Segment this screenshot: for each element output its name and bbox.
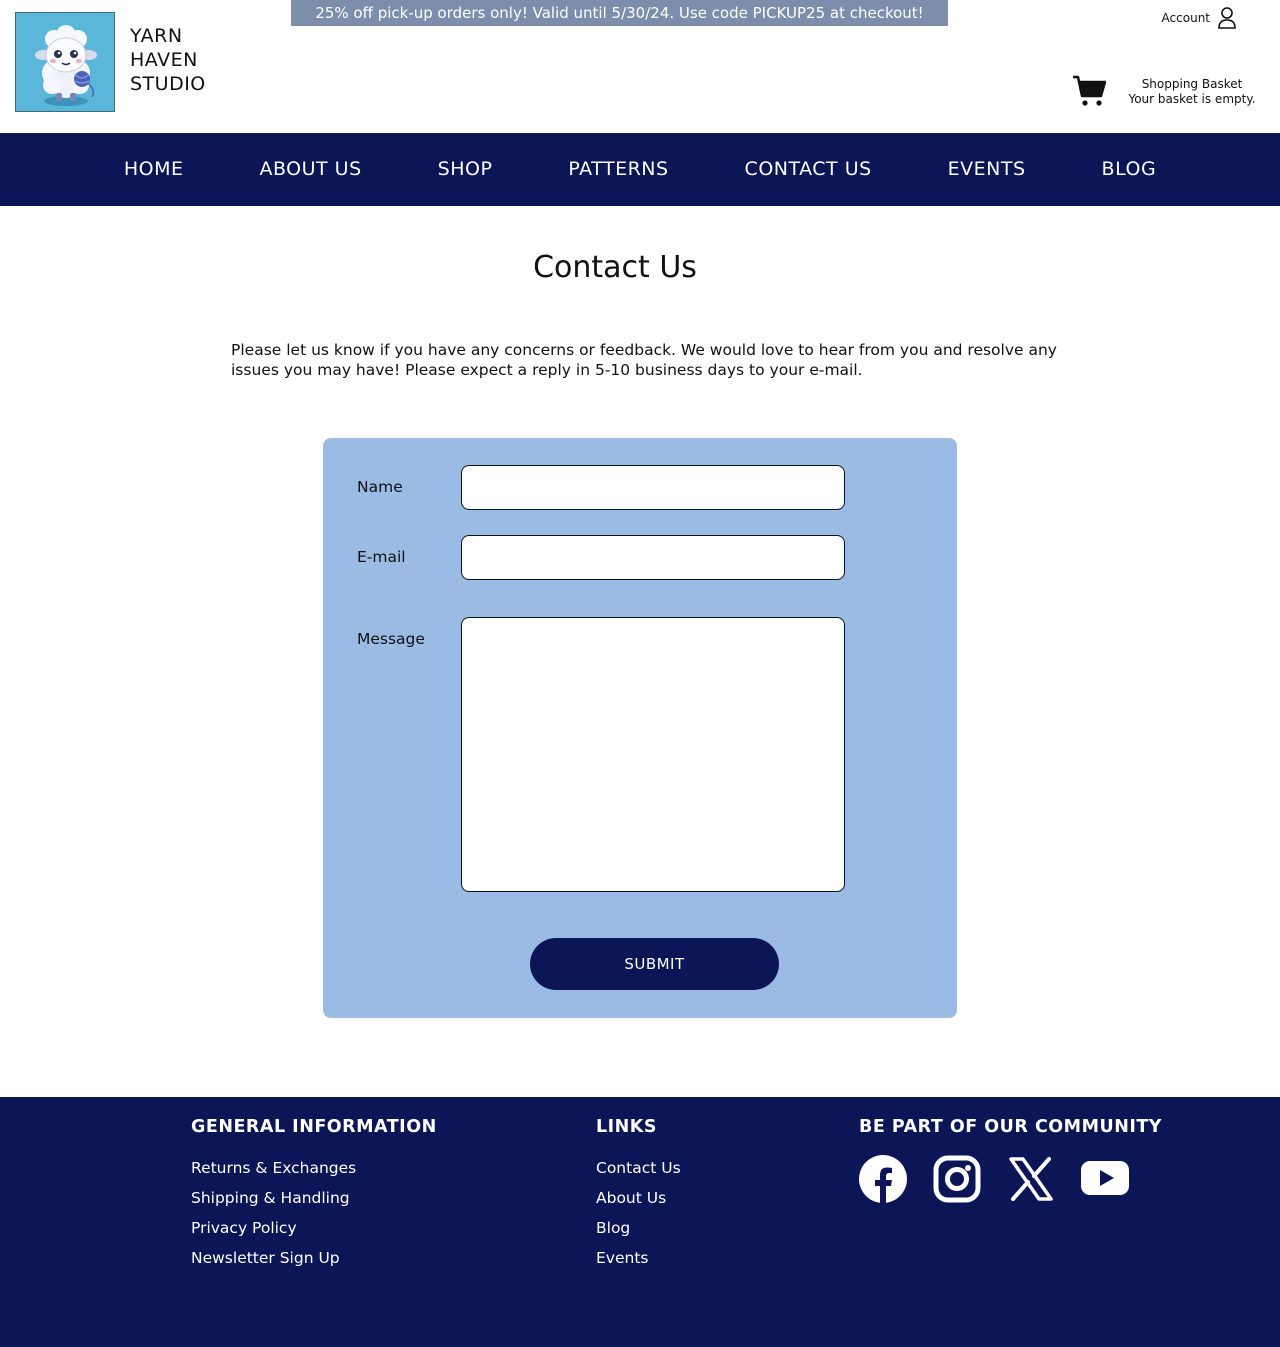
page-title: Contact Us xyxy=(533,250,697,285)
main-nav: HOME ABOUT US SHOP PATTERNS CONTACT US E… xyxy=(0,133,1280,206)
user-icon xyxy=(1218,7,1236,29)
footer-link-contact[interactable]: Contact Us xyxy=(596,1153,681,1183)
footer-links: LINKS Contact Us About Us Blog Events xyxy=(596,1117,681,1273)
x-twitter-icon[interactable] xyxy=(1007,1155,1055,1203)
footer: GENERAL INFORMATION Returns & Exchanges … xyxy=(0,1097,1280,1347)
basket-status: Your basket is empty. xyxy=(1128,92,1256,106)
footer-link-shipping[interactable]: Shipping & Handling xyxy=(191,1183,437,1213)
shopping-basket-summary[interactable]: Shopping Basket Your basket is empty. xyxy=(1118,77,1266,107)
social-icons xyxy=(859,1155,1162,1203)
nav-item-blog[interactable]: BLOG xyxy=(1064,133,1195,206)
footer-community: BE PART OF OUR COMMUNITY xyxy=(859,1117,1162,1203)
promo-banner: 25% off pick-up orders only! Valid until… xyxy=(291,0,948,26)
footer-link-privacy[interactable]: Privacy Policy xyxy=(191,1213,437,1243)
brand-line: YARN xyxy=(130,25,183,47)
email-label: E-mail xyxy=(357,548,406,566)
footer-link-events[interactable]: Events xyxy=(596,1243,681,1273)
name-field[interactable] xyxy=(461,465,845,510)
contact-form: Name E-mail Message SUBMIT xyxy=(323,438,957,1018)
footer-heading-links: LINKS xyxy=(596,1117,657,1137)
submit-button[interactable]: SUBMIT xyxy=(530,938,779,990)
nav-item-shop[interactable]: SHOP xyxy=(400,133,531,206)
facebook-icon[interactable] xyxy=(859,1155,907,1203)
message-field[interactable] xyxy=(461,617,845,892)
brand-line: STUDIO xyxy=(130,73,206,95)
nav-item-home[interactable]: HOME xyxy=(86,133,222,206)
account-label: Account xyxy=(1161,11,1210,25)
account-link[interactable]: Account xyxy=(1162,7,1236,29)
logo[interactable] xyxy=(15,12,115,112)
sheep-mascot-icon xyxy=(35,25,97,106)
nav-item-events[interactable]: EVENTS xyxy=(910,133,1064,206)
nav-item-about-us[interactable]: ABOUT US xyxy=(221,133,399,206)
nav-item-patterns[interactable]: PATTERNS xyxy=(530,133,706,206)
instagram-icon[interactable] xyxy=(933,1155,981,1203)
footer-link-returns[interactable]: Returns & Exchanges xyxy=(191,1153,437,1183)
footer-heading-community: BE PART OF OUR COMMUNITY xyxy=(859,1117,1162,1137)
footer-heading-general: GENERAL INFORMATION xyxy=(191,1117,437,1137)
footer-link-blog[interactable]: Blog xyxy=(596,1213,681,1243)
nav-item-contact-us[interactable]: CONTACT US xyxy=(707,133,910,206)
footer-general-info: GENERAL INFORMATION Returns & Exchanges … xyxy=(191,1117,437,1273)
footer-link-newsletter[interactable]: Newsletter Sign Up xyxy=(191,1243,437,1273)
youtube-icon[interactable] xyxy=(1081,1155,1129,1203)
basket-title: Shopping Basket xyxy=(1141,77,1243,91)
footer-link-about[interactable]: About Us xyxy=(596,1183,681,1213)
shopping-cart-icon[interactable] xyxy=(1072,74,1106,108)
intro-text: Please let us know if you have any conce… xyxy=(231,341,1057,379)
name-label: Name xyxy=(357,478,403,496)
message-label: Message xyxy=(357,630,425,648)
email-field[interactable] xyxy=(461,535,845,580)
brand-name[interactable]: YARN HAVEN STUDIO xyxy=(130,24,206,96)
brand-line: HAVEN xyxy=(130,49,198,71)
